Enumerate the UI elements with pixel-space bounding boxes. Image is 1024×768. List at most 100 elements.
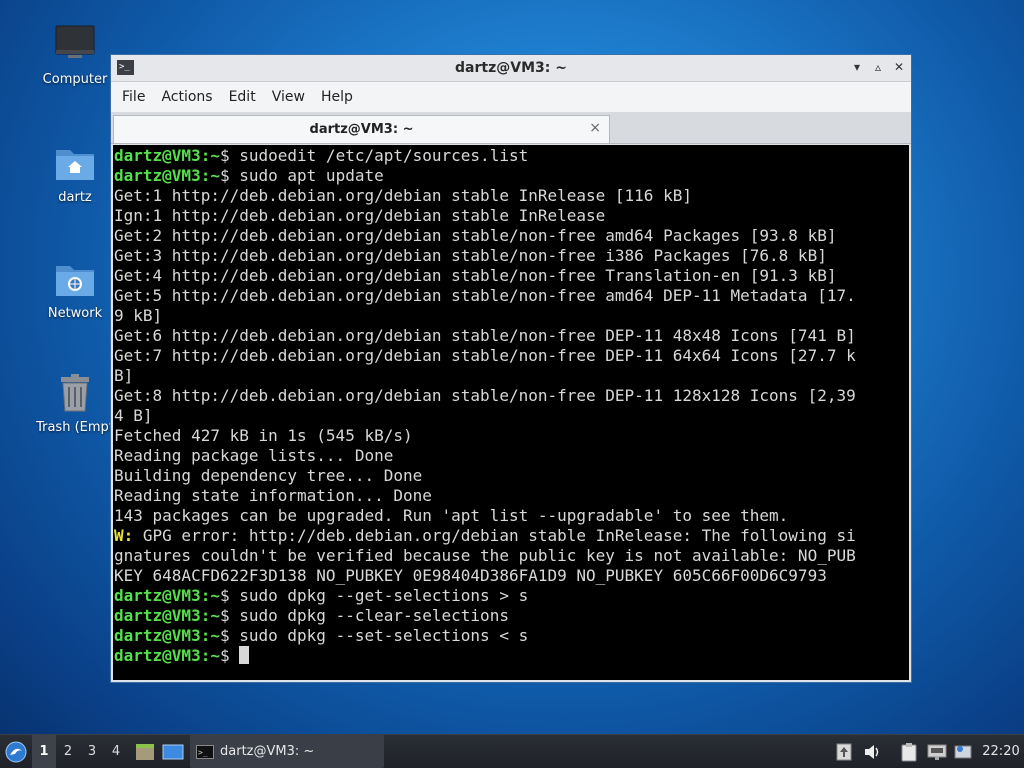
command-text: $ sudo dpkg --clear-selections <box>219 606 509 625</box>
shell-prompt: dartz@VM3:~ <box>114 606 220 625</box>
tab-close-icon[interactable]: × <box>589 120 601 136</box>
output-text: 4 B] <box>114 406 153 425</box>
output-text: Get:8 http://deb.debian.org/debian stabl… <box>114 386 856 405</box>
terminal-line: dartz@VM3:~$ sudoedit /etc/apt/sources.l… <box>114 146 909 166</box>
file-manager-icon <box>136 743 154 760</box>
shell-prompt: dartz@VM3:~ <box>114 586 220 605</box>
workspace-3[interactable]: 3 <box>80 735 104 768</box>
clipboard-icon <box>901 742 917 761</box>
output-text: Reading package lists... Done <box>114 446 394 465</box>
terminal-line: 9 kB] <box>114 306 909 326</box>
terminal-line: Get:6 http://deb.debian.org/debian stabl… <box>114 326 909 346</box>
menu-file[interactable]: File <box>115 89 152 105</box>
shell-prompt: dartz@VM3:~ <box>114 646 220 665</box>
menu-actions[interactable]: Actions <box>154 89 219 105</box>
taskbar-task-terminal[interactable]: >_ dartz@VM3: ~ <box>190 735 384 768</box>
maximize-icon[interactable]: ▵ <box>870 59 886 75</box>
tab-terminal[interactable]: dartz@VM3: ~ × <box>113 115 610 143</box>
menu-bar: File Actions Edit View Help <box>111 82 911 112</box>
show-desktop-button[interactable] <box>160 735 186 768</box>
window-titlebar[interactable]: >_ dartz@VM3: ~ ▾ ▵ ✕ <box>111 55 911 82</box>
output-text: Get:2 http://deb.debian.org/debian stabl… <box>114 226 837 245</box>
update-notifier-icon <box>836 743 852 760</box>
app-menu-button[interactable] <box>2 735 30 768</box>
clock[interactable]: 22:20 <box>978 735 1024 768</box>
terminal-output[interactable]: dartz@VM3:~$ sudoedit /etc/apt/sources.l… <box>113 145 909 680</box>
terminal-line: Get:5 http://deb.debian.org/debian stabl… <box>114 286 909 306</box>
workspace-2[interactable]: 2 <box>56 735 80 768</box>
clipboard-tray-button[interactable] <box>898 735 920 768</box>
output-text: KEY 648ACFD622F3D138 NO_PUBKEY 0E98404D3… <box>114 566 827 585</box>
lubuntu-logo-icon <box>5 741 27 762</box>
desktop-icon-trash[interactable]: Trash (Empt <box>29 372 121 435</box>
network-wired-icon <box>927 744 947 760</box>
output-text: 9 kB] <box>114 306 163 325</box>
tab-label: dartz@VM3: ~ <box>309 122 414 137</box>
workspace-1[interactable]: 1 <box>32 735 56 768</box>
terminal-line: Get:2 http://deb.debian.org/debian stabl… <box>114 226 909 246</box>
trash-icon <box>53 372 97 416</box>
output-text: Get:3 http://deb.debian.org/debian stabl… <box>114 246 827 265</box>
terminal-line: W: GPG error: http://deb.debian.org/debi… <box>114 526 909 546</box>
close-icon[interactable]: ✕ <box>891 59 907 75</box>
output-text: GPG error: http://deb.debian.org/debian … <box>133 526 856 545</box>
terminal-line: Get:3 http://deb.debian.org/debian stabl… <box>114 246 909 266</box>
output-text: B] <box>114 366 134 385</box>
desktop-icon-label: dartz <box>58 190 92 205</box>
command-text: $ sudo dpkg --set-selections < s <box>219 626 529 645</box>
terminal-line: Reading state information... Done <box>114 486 909 506</box>
output-text: Reading state information... Done <box>114 486 432 505</box>
terminal-line: dartz@VM3:~$ sudo apt update <box>114 166 909 186</box>
terminal-line: Building dependency tree... Done <box>114 466 909 486</box>
desktop-icon-home-folder[interactable]: dartz <box>29 142 121 205</box>
terminal-line: gnatures couldn't be verified because th… <box>114 546 909 566</box>
terminal-line: dartz@VM3:~$ sudo dpkg --get-selections … <box>114 586 909 606</box>
output-text: Get:7 http://deb.debian.org/debian stabl… <box>114 346 856 365</box>
desktop-icon-network[interactable]: Network <box>29 258 121 321</box>
terminal-task-icon: >_ <box>196 744 214 759</box>
shell-prompt: dartz@VM3:~ <box>114 166 220 185</box>
terminal-line: KEY 648ACFD622F3D138 NO_PUBKEY 0E98404D3… <box>114 566 909 586</box>
menu-edit[interactable]: Edit <box>222 89 263 105</box>
output-text: Get:6 http://deb.debian.org/debian stabl… <box>114 326 856 345</box>
terminal-line: Get:4 http://deb.debian.org/debian stabl… <box>114 266 909 286</box>
output-text: 143 packages can be upgraded. Run 'apt l… <box>114 506 789 525</box>
notification-icon <box>954 745 972 758</box>
output-text: Get:1 http://deb.debian.org/debian stabl… <box>114 186 692 205</box>
terminal-line: Get:1 http://deb.debian.org/debian stabl… <box>114 186 909 206</box>
terminal-line: Fetched 427 kB in 1s (545 kB/s) <box>114 426 909 446</box>
desktop-icon-label: Network <box>47 306 103 321</box>
show-desktop-icon <box>162 744 184 759</box>
notification-tray-button[interactable] <box>952 735 974 768</box>
terminal-line: 143 packages can be upgraded. Run 'apt l… <box>114 506 909 526</box>
terminal-line: Get:8 http://deb.debian.org/debian stabl… <box>114 386 909 406</box>
desktop-icon-computer[interactable]: Computer <box>29 24 121 87</box>
workspace-4[interactable]: 4 <box>104 735 128 768</box>
terminal-line: dartz@VM3:~$ sudo dpkg --clear-selection… <box>114 606 909 626</box>
command-text: $ sudo apt update <box>219 166 384 185</box>
output-text: Get:5 http://deb.debian.org/debian stabl… <box>114 286 856 305</box>
terminal-window: >_ dartz@VM3: ~ ▾ ▵ ✕ File Actions Edit … <box>110 54 912 683</box>
updates-tray-button[interactable] <box>833 735 855 768</box>
volume-tray-button[interactable] <box>860 735 884 768</box>
network-tray-button[interactable] <box>925 735 949 768</box>
desktop-icon-label: Trash (Empt <box>36 420 114 435</box>
volume-icon <box>865 744 879 759</box>
terminal-line: Get:7 http://deb.debian.org/debian stabl… <box>114 346 909 366</box>
desktop-icon-label: Computer <box>42 72 108 87</box>
window-title: dartz@VM3: ~ <box>455 60 567 76</box>
menu-view[interactable]: View <box>265 89 312 105</box>
minimize-icon[interactable]: ▾ <box>849 59 865 75</box>
network-folder-icon <box>53 258 97 302</box>
home-folder-icon <box>53 142 97 186</box>
file-manager-launcher[interactable] <box>133 735 157 768</box>
menu-help[interactable]: Help <box>314 89 360 105</box>
warning-prefix: W: <box>114 526 134 545</box>
text-cursor <box>239 646 250 664</box>
terminal-line: 4 B] <box>114 406 909 426</box>
terminal-line: B] <box>114 366 909 386</box>
output-text: Building dependency tree... Done <box>114 466 423 485</box>
terminal-line: Ign:1 http://deb.debian.org/debian stabl… <box>114 206 909 226</box>
output-text: gnatures couldn't be verified because th… <box>114 546 856 565</box>
shell-prompt: dartz@VM3:~ <box>114 626 220 645</box>
